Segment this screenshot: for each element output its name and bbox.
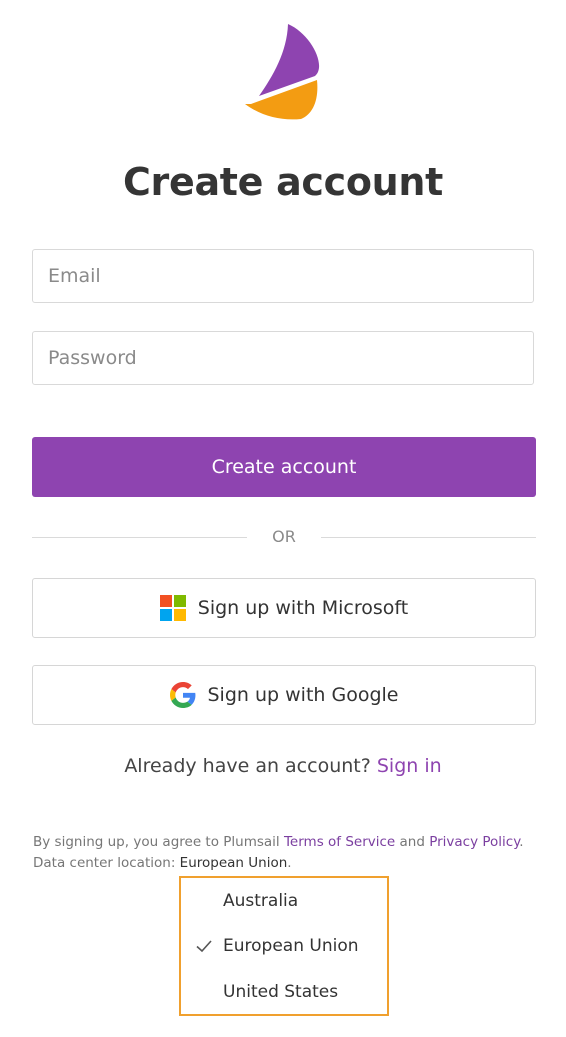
datacenter-option-australia[interactable]: Australia (181, 886, 387, 916)
divider-right (321, 537, 536, 538)
page-title: Create account (122, 160, 444, 204)
datacenter-option-european-union[interactable]: European Union (181, 931, 387, 961)
create-account-button[interactable]: Create account (32, 437, 536, 497)
microsoft-signup-label: Sign up with Microsoft (197, 597, 409, 619)
legal-prefix: By signing up, you agree to Plumsail (33, 834, 280, 850)
datacenter-option-label: European Union (223, 936, 359, 956)
datacenter-selector[interactable]: European Union (180, 855, 288, 871)
datacenter-option-label: Australia (223, 891, 299, 911)
plumsail-logo (245, 24, 320, 120)
or-divider: OR (272, 527, 296, 546)
password-input[interactable] (32, 331, 534, 385)
datacenter-option-united-states[interactable]: United States (181, 977, 387, 1007)
signin-prompt: Already have an account? (124, 755, 371, 777)
legal-notice: By signing up, you agree to Plumsail Ter… (33, 832, 553, 874)
google-icon (169, 682, 195, 708)
legal-period: . (519, 834, 524, 850)
terms-of-service-link[interactable]: Terms of Service (284, 834, 395, 850)
datacenter-dropdown: Australia European Union United States (179, 876, 389, 1016)
datacenter-option-label: United States (223, 982, 339, 1002)
datacenter-label: Data center location: (33, 855, 176, 871)
google-signup-button[interactable]: Sign up with Google (32, 665, 536, 725)
microsoft-icon (159, 595, 186, 621)
signin-row: Already have an account? Sign in (0, 755, 566, 777)
datacenter-period: . (287, 855, 292, 871)
microsoft-signup-button[interactable]: Sign up with Microsoft (32, 578, 536, 638)
google-signup-label: Sign up with Google (207, 684, 399, 706)
signin-link[interactable]: Sign in (377, 755, 442, 777)
privacy-policy-link[interactable]: Privacy Policy (429, 834, 519, 850)
divider-left (32, 537, 247, 538)
legal-and: and (399, 834, 425, 850)
check-icon (196, 940, 212, 953)
email-input[interactable] (32, 249, 534, 303)
